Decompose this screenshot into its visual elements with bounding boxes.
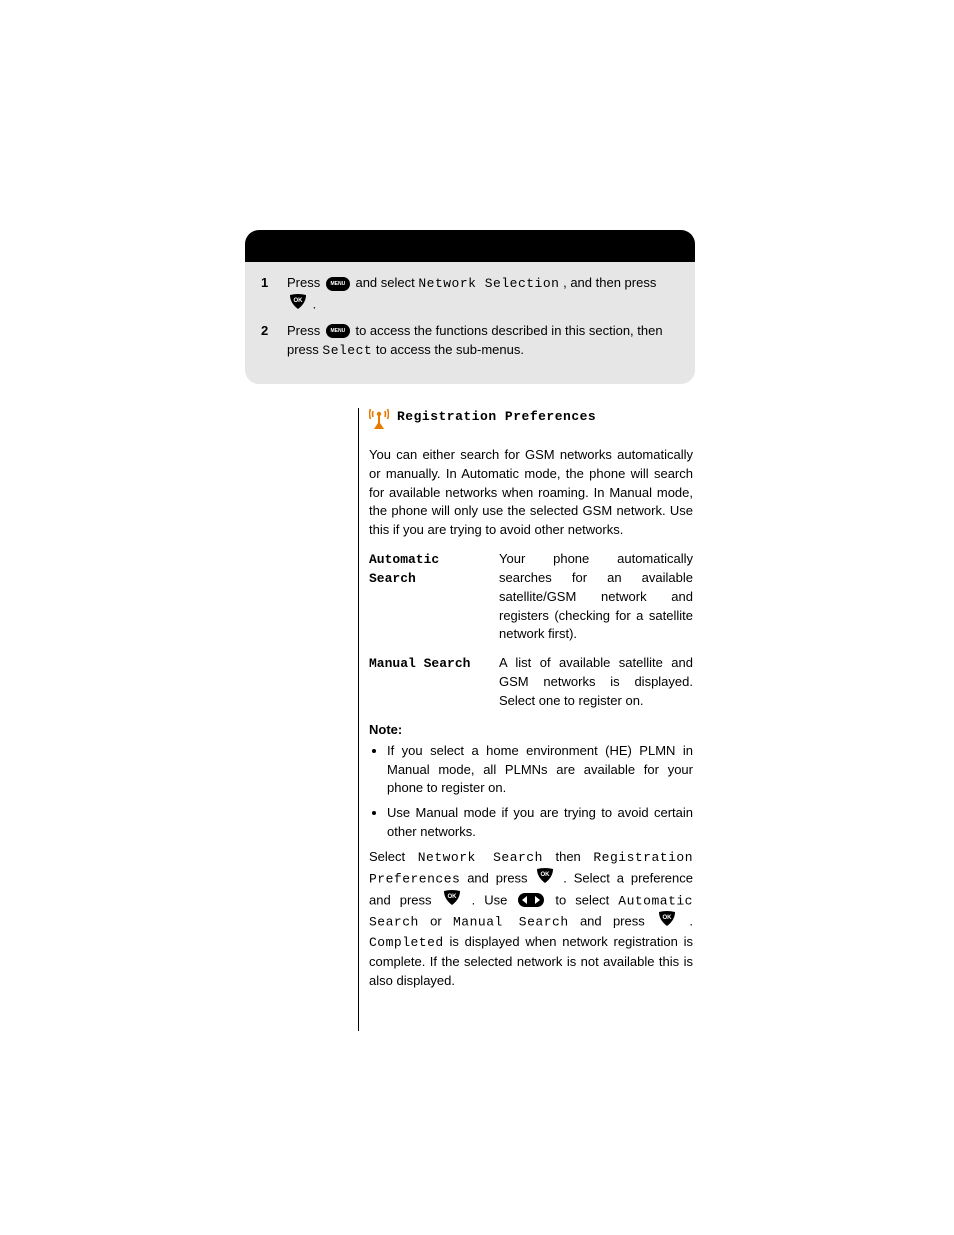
item-manual: Manual Search A list of available satell… (369, 654, 693, 711)
antenna-icon (369, 408, 389, 436)
text: to select (555, 892, 618, 907)
step-number: 1 (261, 274, 277, 293)
text: to access the sub-menus. (376, 342, 524, 357)
text: Select (369, 849, 418, 864)
item-label: Manual Search (369, 654, 487, 711)
menu-label: Completed (369, 935, 444, 950)
text: and press (467, 870, 534, 885)
item-label: Automatic Search (369, 550, 487, 644)
text: and press (580, 914, 656, 929)
ok-icon: OK (443, 890, 461, 912)
menu-label: Select (322, 343, 372, 358)
ok-icon: OK (289, 294, 307, 316)
menu-label: Network Selection (418, 276, 559, 291)
step-text: Press MENU and select Network Selection … (287, 274, 679, 316)
flow-paragraph: Select Network Search then Registration … (369, 848, 693, 991)
item-automatic: Automatic Search Your phone automaticall… (369, 550, 693, 644)
note-item: Use Manual mode if you are trying to avo… (387, 804, 693, 842)
instruction-panel: 1 Press MENU and select Network Selectio… (245, 230, 695, 384)
item-text: A list of available satellite and GSM ne… (499, 654, 693, 711)
content-section: Registration Preferences You can either … (358, 408, 693, 1031)
panel-header-bar (245, 230, 695, 262)
svg-text:OK: OK (447, 894, 457, 900)
intro-paragraph: You can either search for GSM networks a… (369, 446, 693, 540)
note-list: If you select a home environment (HE) PL… (387, 742, 693, 842)
text: or (430, 914, 453, 929)
text: . Use (472, 892, 517, 907)
left-right-icon (518, 893, 544, 907)
step-text: Press MENU to access the functions descr… (287, 322, 679, 361)
text: . (313, 296, 317, 311)
svg-text:OK: OK (294, 298, 304, 304)
ok-icon: OK (536, 868, 554, 890)
text: and select (355, 275, 418, 290)
section-header: Registration Preferences (369, 408, 693, 436)
text: then (555, 849, 593, 864)
ok-icon: OK (658, 911, 676, 933)
svg-text:OK: OK (541, 872, 551, 878)
text: Press (287, 275, 324, 290)
menu-icon: MENU (326, 324, 350, 338)
step-number: 2 (261, 322, 277, 341)
item-text: Your phone automatically searches for an… (499, 550, 693, 644)
step-2: 2 Press MENU to access the functions des… (261, 322, 679, 361)
step-1: 1 Press MENU and select Network Selectio… (261, 274, 679, 316)
text: Press (287, 323, 324, 338)
menu-icon: MENU (326, 277, 350, 291)
note-heading: Note: (369, 721, 693, 740)
menu-label: Manual Search (453, 915, 569, 930)
section-title: Registration Preferences (397, 408, 596, 427)
text: , and then press (563, 275, 656, 290)
panel-body: 1 Press MENU and select Network Selectio… (245, 262, 695, 384)
svg-text:OK: OK (663, 915, 673, 921)
note-block: Note: If you select a home environment (… (369, 721, 693, 842)
note-item: If you select a home environment (HE) PL… (387, 742, 693, 799)
text: . (689, 914, 693, 929)
menu-label: Network Search (418, 850, 543, 865)
